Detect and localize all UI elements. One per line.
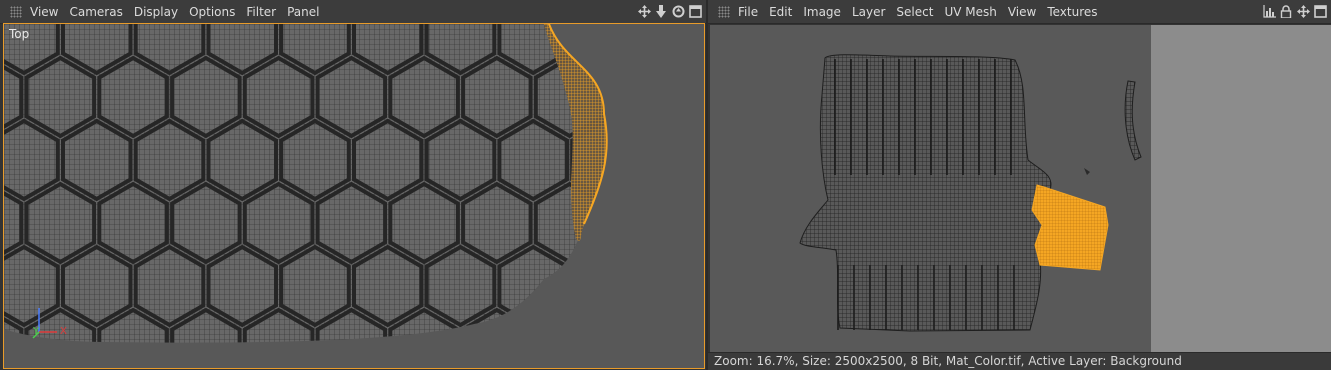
uv-canvas[interactable] — [710, 25, 1151, 352]
histogram-icon[interactable] — [1262, 4, 1276, 18]
menu-display[interactable]: Display — [134, 5, 187, 19]
uv-status-bar: Zoom: 16.7%, Size: 2500x2500, 8 Bit, Mat… — [708, 352, 1331, 370]
lock-icon[interactable] — [1279, 4, 1293, 18]
down-arrow-icon[interactable] — [654, 4, 668, 18]
uv-menubar: File Edit Image Layer Select UV Mesh Vie… — [708, 0, 1331, 24]
menu-select[interactable]: Select — [896, 5, 942, 19]
viewport-panel: View Cameras Display Options Filter Pane… — [0, 0, 706, 370]
menu-options[interactable]: Options — [189, 5, 244, 19]
menu-layer[interactable]: Layer — [852, 5, 894, 19]
menu-edit[interactable]: Edit — [769, 5, 801, 19]
menu-view[interactable]: View — [1008, 5, 1045, 19]
hex-mesh-render — [4, 24, 608, 343]
menu-cameras[interactable]: Cameras — [69, 5, 131, 19]
viewport-tools — [637, 4, 702, 18]
uv-tools — [1262, 4, 1327, 18]
uv-side-area — [1151, 25, 1331, 352]
rotate-icon[interactable] — [671, 4, 685, 18]
menu-filter[interactable]: Filter — [246, 5, 285, 19]
viewport-camera-label: Top — [9, 27, 30, 41]
menu-panel[interactable]: Panel — [287, 5, 328, 19]
uv-layout-render — [799, 54, 1142, 332]
hex-cell — [533, 307, 606, 343]
hex-cell — [570, 24, 607, 76]
maximize-icon[interactable] — [688, 4, 702, 18]
move-icon[interactable] — [1296, 4, 1310, 18]
menu-textures[interactable]: Textures — [1047, 5, 1106, 19]
menu-view[interactable]: View — [30, 5, 67, 19]
maximize-icon[interactable] — [1313, 4, 1327, 18]
menu-file[interactable]: File — [738, 5, 767, 19]
panel-grip-icon[interactable] — [10, 5, 22, 18]
hex-cell — [570, 244, 607, 328]
3d-viewport[interactable]: Top X Y — [3, 23, 705, 369]
move-icon[interactable] — [637, 4, 651, 18]
menu-uv-mesh[interactable]: UV Mesh — [944, 5, 1005, 19]
hex-cell — [606, 307, 607, 343]
hex-cell — [606, 55, 607, 139]
viewport-menubar: View Cameras Display Options Filter Pane… — [0, 0, 706, 24]
panel-grip-icon[interactable] — [718, 5, 730, 18]
menu-image[interactable]: Image — [803, 5, 850, 19]
hex-cell — [606, 181, 607, 265]
axis-x-label: X — [60, 326, 67, 337]
uv-editor-panel: File Edit Image Layer Select UV Mesh Vie… — [708, 0, 1331, 370]
axis-y-label: Y — [33, 326, 40, 337]
